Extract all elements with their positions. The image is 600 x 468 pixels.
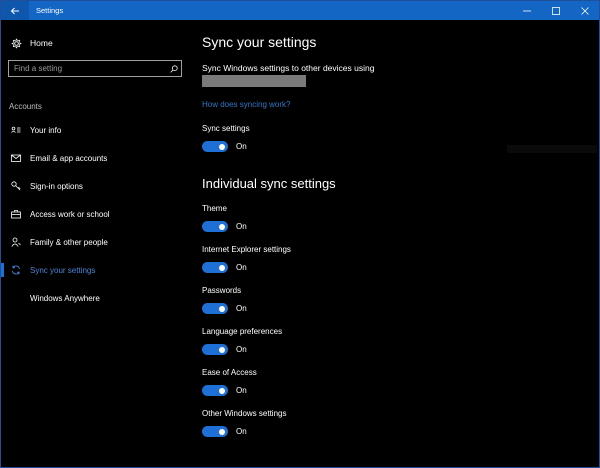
how-sync-works-link[interactable]: How does syncing work?	[202, 100, 290, 109]
home-nav-item[interactable]: Home	[10, 36, 53, 50]
close-icon	[580, 6, 589, 15]
home-label: Home	[30, 38, 53, 48]
ie-settings-label: Internet Explorer settings	[202, 245, 291, 254]
sync-settings-toggle-row: On	[202, 141, 247, 152]
toggle-knob	[219, 264, 225, 271]
settings-window: Settings Home Find a setting Accounts Yo…	[0, 0, 600, 468]
theme-toggle-row: On	[202, 221, 247, 232]
toggle-state: On	[236, 142, 247, 151]
passwords-toggle[interactable]	[202, 303, 228, 314]
close-button[interactable]	[570, 1, 599, 20]
sidebar-item-label: Your info	[30, 125, 62, 135]
minimize-button[interactable]	[512, 1, 541, 20]
main-content: Sync your settings Sync Windows settings…	[201, 20, 599, 467]
toggle-knob	[219, 305, 225, 312]
sidebar-item-label: Windows Anywhere	[30, 293, 100, 303]
ease-of-access-label: Ease of Access	[202, 368, 257, 377]
ie-settings-toggle[interactable]	[202, 262, 228, 273]
blank-icon	[10, 292, 22, 304]
maximize-icon	[551, 6, 560, 15]
ease-of-access-toggle[interactable]	[202, 385, 228, 396]
language-preferences-label: Language preferences	[202, 327, 283, 336]
sidebar-item-windows-anywhere[interactable]: Windows Anywhere	[1, 287, 191, 309]
other-windows-settings-toggle-row: On	[202, 426, 247, 437]
back-button[interactable]	[1, 1, 29, 20]
passwords-toggle-row: On	[202, 303, 247, 314]
other-windows-settings-toggle[interactable]	[202, 426, 228, 437]
sync-settings-label: Sync settings	[202, 124, 250, 133]
toggle-state: On	[236, 304, 247, 313]
theme-label: Theme	[202, 204, 227, 213]
contact-card-icon	[10, 124, 22, 136]
search-box[interactable]	[8, 60, 182, 77]
sidebar-item-access-work[interactable]: Access work or school	[1, 203, 191, 225]
sidebar-item-label: Access work or school	[30, 209, 110, 219]
toggle-knob	[219, 143, 225, 150]
search-icon[interactable]	[167, 61, 181, 76]
passwords-label: Passwords	[202, 286, 242, 295]
sync-description: Sync Windows settings to other devices u…	[202, 63, 375, 73]
briefcase-icon	[10, 208, 22, 220]
key-icon	[10, 180, 22, 192]
sidebar: Home Accounts Your info Email & app acco…	[1, 20, 191, 467]
toggle-knob	[219, 223, 225, 230]
toggle-state: On	[236, 263, 247, 272]
toggle-state: On	[236, 427, 247, 436]
window-title: Settings	[36, 6, 64, 15]
page-title: Sync your settings	[202, 34, 317, 50]
mail-icon	[10, 152, 22, 164]
sidebar-item-label: Email & app accounts	[30, 153, 108, 163]
sync-settings-toggle[interactable]	[202, 141, 228, 152]
other-windows-settings-label: Other Windows settings	[202, 409, 287, 418]
sidebar-item-sign-in-options[interactable]: Sign-in options	[1, 175, 191, 197]
sidebar-item-your-info[interactable]: Your info	[1, 119, 191, 141]
redacted-account	[202, 75, 306, 87]
language-preferences-toggle-row: On	[202, 344, 247, 355]
ie-settings-toggle-row: On	[202, 262, 247, 273]
section-label-accounts: Accounts	[9, 102, 42, 111]
sidebar-item-email-accounts[interactable]: Email & app accounts	[1, 147, 191, 169]
sidebar-item-label: Sync your settings	[30, 265, 96, 275]
sidebar-item-sync[interactable]: Sync your settings	[1, 259, 191, 281]
faint-divider	[507, 145, 597, 153]
maximize-button[interactable]	[541, 1, 570, 20]
individual-sync-heading: Individual sync settings	[202, 176, 336, 191]
toggle-state: On	[236, 222, 247, 231]
toggle-state: On	[236, 345, 247, 354]
person-icon	[10, 236, 22, 248]
toggle-knob	[219, 387, 225, 394]
title-bar: Settings	[1, 1, 599, 20]
sidebar-item-family[interactable]: Family & other people	[1, 231, 191, 253]
theme-toggle[interactable]	[202, 221, 228, 232]
sidebar-item-label: Family & other people	[30, 237, 108, 247]
gear-icon	[10, 37, 22, 49]
sync-icon	[10, 264, 22, 276]
sidebar-item-label: Sign-in options	[30, 181, 83, 191]
search-input[interactable]	[9, 61, 167, 76]
language-preferences-toggle[interactable]	[202, 344, 228, 355]
toggle-knob	[219, 346, 225, 353]
toggle-state: On	[236, 386, 247, 395]
toggle-knob	[219, 428, 225, 435]
minimize-icon	[522, 10, 531, 11]
back-arrow-icon	[10, 7, 19, 14]
ease-of-access-toggle-row: On	[202, 385, 247, 396]
active-indicator	[1, 263, 4, 277]
